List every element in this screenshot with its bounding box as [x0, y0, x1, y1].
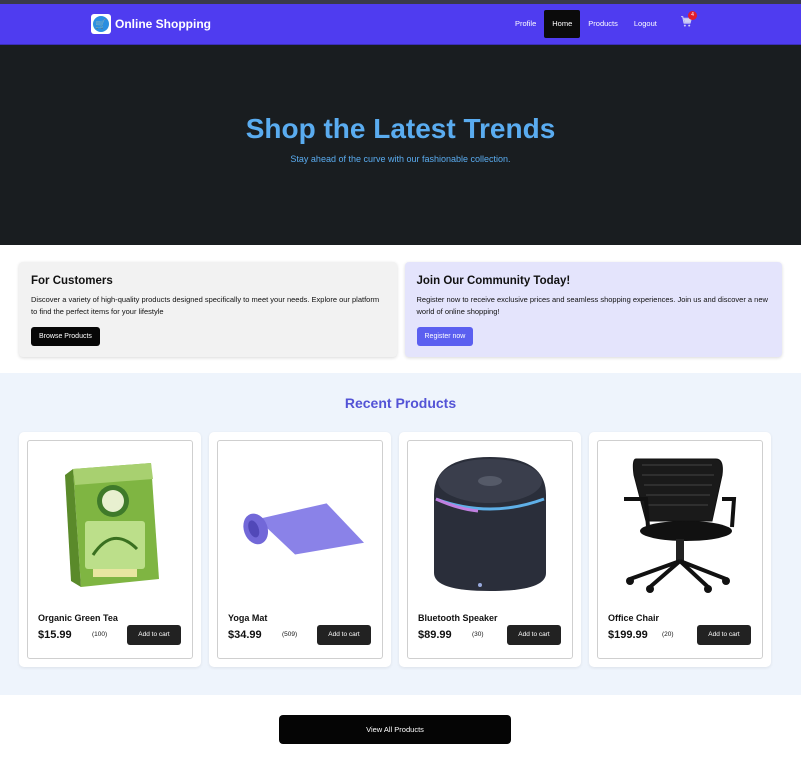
brand-name: Online Shopping	[115, 17, 211, 31]
brand[interactable]: 🛒 Online Shopping	[91, 14, 211, 34]
product-name[interactable]: Office Chair	[608, 613, 659, 623]
speaker-icon	[426, 455, 554, 593]
cart-count-badge: 4	[688, 11, 697, 20]
product-price: $89.99	[418, 629, 452, 641]
cart-button[interactable]: 4	[680, 11, 697, 31]
customers-card: For Customers Discover a variety of high…	[19, 262, 397, 357]
product-review-count: (20)	[662, 631, 674, 638]
office-chair-icon	[616, 455, 744, 593]
product-review-count: (30)	[472, 631, 484, 638]
view-all-section: View All Products	[0, 695, 801, 759]
nav-links: Profile Home Products Logout	[507, 10, 665, 38]
recent-products-section: Recent Products Organic Green Tea $15.99…	[0, 373, 801, 695]
product-card[interactable]: Yoga Mat $34.99 (509) Add to cart	[209, 432, 391, 667]
register-now-button[interactable]: Register now	[416, 327, 474, 346]
product-price: $199.99	[608, 629, 648, 641]
recent-products-title: Recent Products	[344, 395, 457, 411]
community-card-title: Join Our Community Today!	[416, 275, 571, 287]
product-name[interactable]: Bluetooth Speaker	[418, 613, 498, 623]
view-all-products-button[interactable]: View All Products	[279, 715, 511, 744]
product-review-count: (509)	[282, 631, 298, 638]
add-to-cart-button[interactable]: Add to cart	[317, 625, 371, 645]
nav-link-logout[interactable]: Logout	[626, 10, 665, 38]
customers-card-title: For Customers	[31, 275, 113, 287]
hero-subtitle: Stay ahead of the curve with our fashion…	[290, 154, 511, 164]
product-card[interactable]: Bluetooth Speaker $89.99 (30) Add to car…	[399, 432, 581, 667]
add-to-cart-button[interactable]: Add to cart	[697, 625, 751, 645]
product-name[interactable]: Organic Green Tea	[38, 613, 118, 623]
yoga-mat-icon	[236, 455, 364, 593]
product-review-count: (100)	[92, 631, 108, 638]
shopping-cart-logo-icon: 🛒	[91, 14, 111, 34]
customers-card-text: Discover a variety of high-quality produ…	[31, 295, 380, 316]
promo-section: For Customers Discover a variety of high…	[0, 245, 801, 373]
nav-link-products[interactable]: Products	[580, 10, 626, 38]
product-card[interactable]: Organic Green Tea $15.99 (100) Add to ca…	[19, 432, 201, 667]
product-card-inner: Bluetooth Speaker $89.99 (30) Add to car…	[407, 440, 573, 659]
hero-title: Shop the Latest Trends	[245, 113, 556, 144]
hero-banner: Shop the Latest Trends Stay ahead of the…	[0, 45, 801, 245]
product-card-inner: Office Chair $199.99 (20) Add to cart	[597, 440, 763, 659]
product-price: $34.99	[228, 629, 262, 641]
nav-link-home[interactable]: Home	[544, 10, 581, 38]
add-to-cart-button[interactable]: Add to cart	[507, 625, 561, 645]
community-card: Join Our Community Today! Register now t…	[404, 262, 782, 357]
product-card-inner: Organic Green Tea $15.99 (100) Add to ca…	[27, 440, 193, 659]
navbar: 🛒 Online Shopping Profile Home Products …	[0, 4, 801, 45]
nav-link-profile[interactable]: Profile	[507, 10, 544, 38]
product-price: $15.99	[38, 629, 72, 641]
community-card-text: Register now to receive exclusive prices…	[416, 295, 768, 316]
product-card-inner: Yoga Mat $34.99 (509) Add to cart	[217, 440, 383, 659]
product-grid: Organic Green Tea $15.99 (100) Add to ca…	[0, 411, 801, 667]
green-tea-box-icon	[46, 455, 174, 593]
add-to-cart-button[interactable]: Add to cart	[127, 625, 181, 645]
browse-products-button[interactable]: Browse Products	[31, 327, 100, 346]
product-name[interactable]: Yoga Mat	[228, 613, 267, 623]
product-card[interactable]: Office Chair $199.99 (20) Add to cart	[589, 432, 771, 667]
